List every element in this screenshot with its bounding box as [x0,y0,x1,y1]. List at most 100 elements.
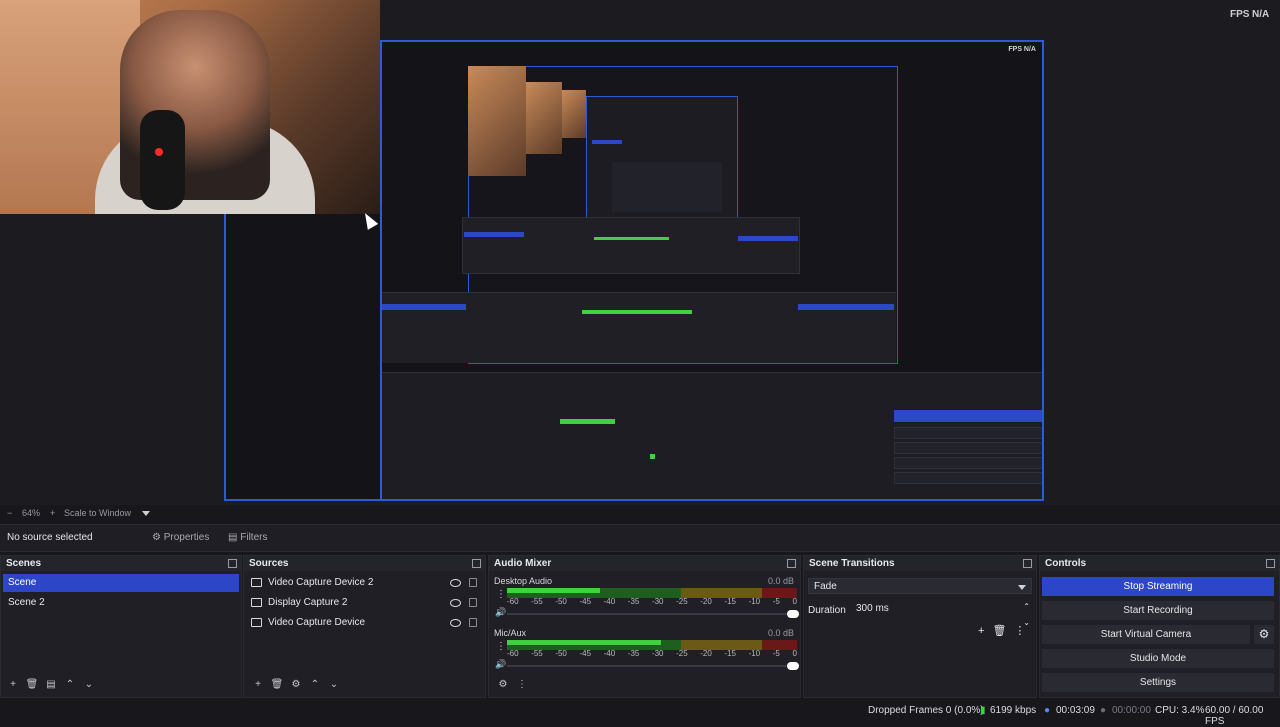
undock-icon[interactable] [472,559,481,568]
meter-tick-label: -20 [700,649,712,658]
gear-icon[interactable]: ⚙ [1254,625,1274,644]
chevron-down-icon [1018,585,1026,590]
preview-canvas[interactable]: FPS N/A FPS N/A [0,0,1280,505]
studio-mode-button[interactable]: Studio Mode [1042,649,1274,668]
move-down-icon[interactable]: ⌄ [81,679,97,690]
stop-streaming-button[interactable]: Stop Streaming [1042,577,1274,596]
eye-icon[interactable] [450,579,461,587]
kebab-icon[interactable]: ⋮ [496,641,506,652]
meter-tick-label: -50 [555,597,567,606]
zoom-out-button[interactable]: − [7,508,12,518]
nested-obs-preview: FPS N/A [380,40,1044,501]
move-up-icon[interactable]: ⌃ [62,679,78,690]
source-label: Display Capture 2 [268,597,348,608]
channel-name: Mic/Aux [494,628,527,638]
meter-tick-label: -20 [700,597,712,606]
filters-label: Filters [240,532,268,543]
cpu-usage: CPU: 3.4% [1155,705,1205,716]
zoom-in-button[interactable]: + [50,508,55,518]
meter-tick-label: -15 [724,649,736,658]
kebab-icon[interactable]: ⋮ [1014,625,1025,637]
camera-icon [251,617,262,627]
source-item[interactable]: Video Capture Device 2 [246,574,483,592]
filter-icon: ▤ [228,532,238,543]
stream-time: 00:03:09 [1056,705,1095,716]
meter-tick-label: -30 [651,649,664,658]
lock-icon[interactable] [469,618,477,627]
gear-icon[interactable]: ⚙ [288,679,304,690]
fps-value: N/A [1252,9,1270,20]
scenes-title: Scenes [6,558,42,569]
transition-value: Fade [814,581,837,592]
status-bar: Dropped Frames 0 (0.0%) ▮ 6199 kbps ● 00… [0,700,1280,727]
fps-readout: 60.00 / 60.00 FPS [1205,705,1264,727]
meter-tick-label: -60 [507,649,519,658]
meter-tick-label: -30 [651,597,664,606]
zoom-level: 64% [22,508,41,518]
meter-tick-label: -25 [676,649,688,658]
slider-knob[interactable] [787,610,799,618]
chevron-down-icon[interactable] [142,511,150,516]
gear-icon: ⚙ [152,532,161,543]
record-time: 00:00:00 [1112,705,1151,716]
speaker-icon[interactable]: 🔊 [495,659,506,670]
slider-knob[interactable] [787,662,799,670]
transition-toolbar: + 🗑 ⋮ [978,624,1025,637]
trash-icon[interactable]: 🗑 [992,625,1006,637]
undock-icon[interactable] [787,559,796,568]
volume-slider[interactable] [507,610,799,618]
audio-mixer-dock: Audio Mixer Desktop Audio 0.0 dB ⋮ -60 -5… [488,555,801,698]
channel-db: 0.0 dB [767,628,794,638]
monitor-icon [251,597,262,607]
source-label: Video Capture Device 2 [268,577,374,588]
meter-tick-label: -55 [531,597,543,606]
trash-icon[interactable]: 🗑 [269,679,285,690]
settings-button[interactable]: Settings [1042,673,1274,692]
zoom-bar: − 64% + Scale to Window [0,506,1280,522]
scene-item[interactable]: Scene [3,574,239,592]
webcam-feed [0,0,380,214]
add-icon[interactable]: + [250,679,266,690]
meter-tick-label: -15 [724,597,736,606]
meter-ticks: -60 -55 -50 -45 -40 -35 -30 -25 -20 -15 -10 -5 0 [507,597,797,606]
speaker-icon[interactable]: 🔊 [495,607,506,618]
stream-icon: ● [1044,705,1051,716]
sources-toolbar: + 🗑 ⚙ ⌃ ⌄ [250,679,345,693]
meter-tick-label: -55 [531,649,543,658]
transition-select[interactable]: Fade [808,578,1032,594]
duration-input[interactable]: 300 ms ⌃ ⌄ [852,601,1036,627]
kebab-icon[interactable]: ⋮ [496,589,506,600]
move-down-icon[interactable]: ⌄ [326,679,342,690]
camera-icon [251,577,262,587]
audio-toolbar: ⚙ ⋮ [495,679,533,693]
filter-icon[interactable]: ▤ [43,679,59,690]
scale-mode-select[interactable]: Scale to Window [64,508,131,518]
duration-value: 300 ms [856,603,889,614]
start-virtual-camera-button[interactable]: Start Virtual Camera [1042,625,1250,644]
undock-icon[interactable] [1266,559,1275,568]
dropped-frames: Dropped Frames 0 (0.0%) [868,705,984,716]
eye-icon[interactable] [450,619,461,627]
undock-icon[interactable] [1023,559,1032,568]
source-item[interactable]: Video Capture Device [246,614,483,632]
eye-icon[interactable] [450,599,461,607]
volume-slider[interactable] [507,662,799,670]
trash-icon[interactable]: 🗑 [24,679,40,690]
properties-button[interactable]: ⚙ Properties [146,529,215,547]
filters-button[interactable]: ▤ Filters [222,529,273,547]
kebab-icon[interactable]: ⋮ [514,679,530,690]
add-icon[interactable]: + [5,679,21,690]
move-up-icon[interactable]: ⌃ [307,679,323,690]
meter-tick-label: -10 [748,597,761,606]
scene-item[interactable]: Scene 2 [3,594,239,612]
add-icon[interactable]: + [978,625,984,637]
undock-icon[interactable] [228,559,237,568]
advanced-audio-icon[interactable]: ⚙ [495,679,511,690]
lock-icon[interactable] [469,598,477,607]
start-recording-button[interactable]: Start Recording [1042,601,1274,620]
source-item[interactable]: Display Capture 2 [246,594,483,612]
meter-tick-label: -35 [627,649,640,658]
meter-tick-label: -40 [603,649,616,658]
lock-icon[interactable] [469,578,477,587]
no-source-label: No source selected [7,532,93,543]
